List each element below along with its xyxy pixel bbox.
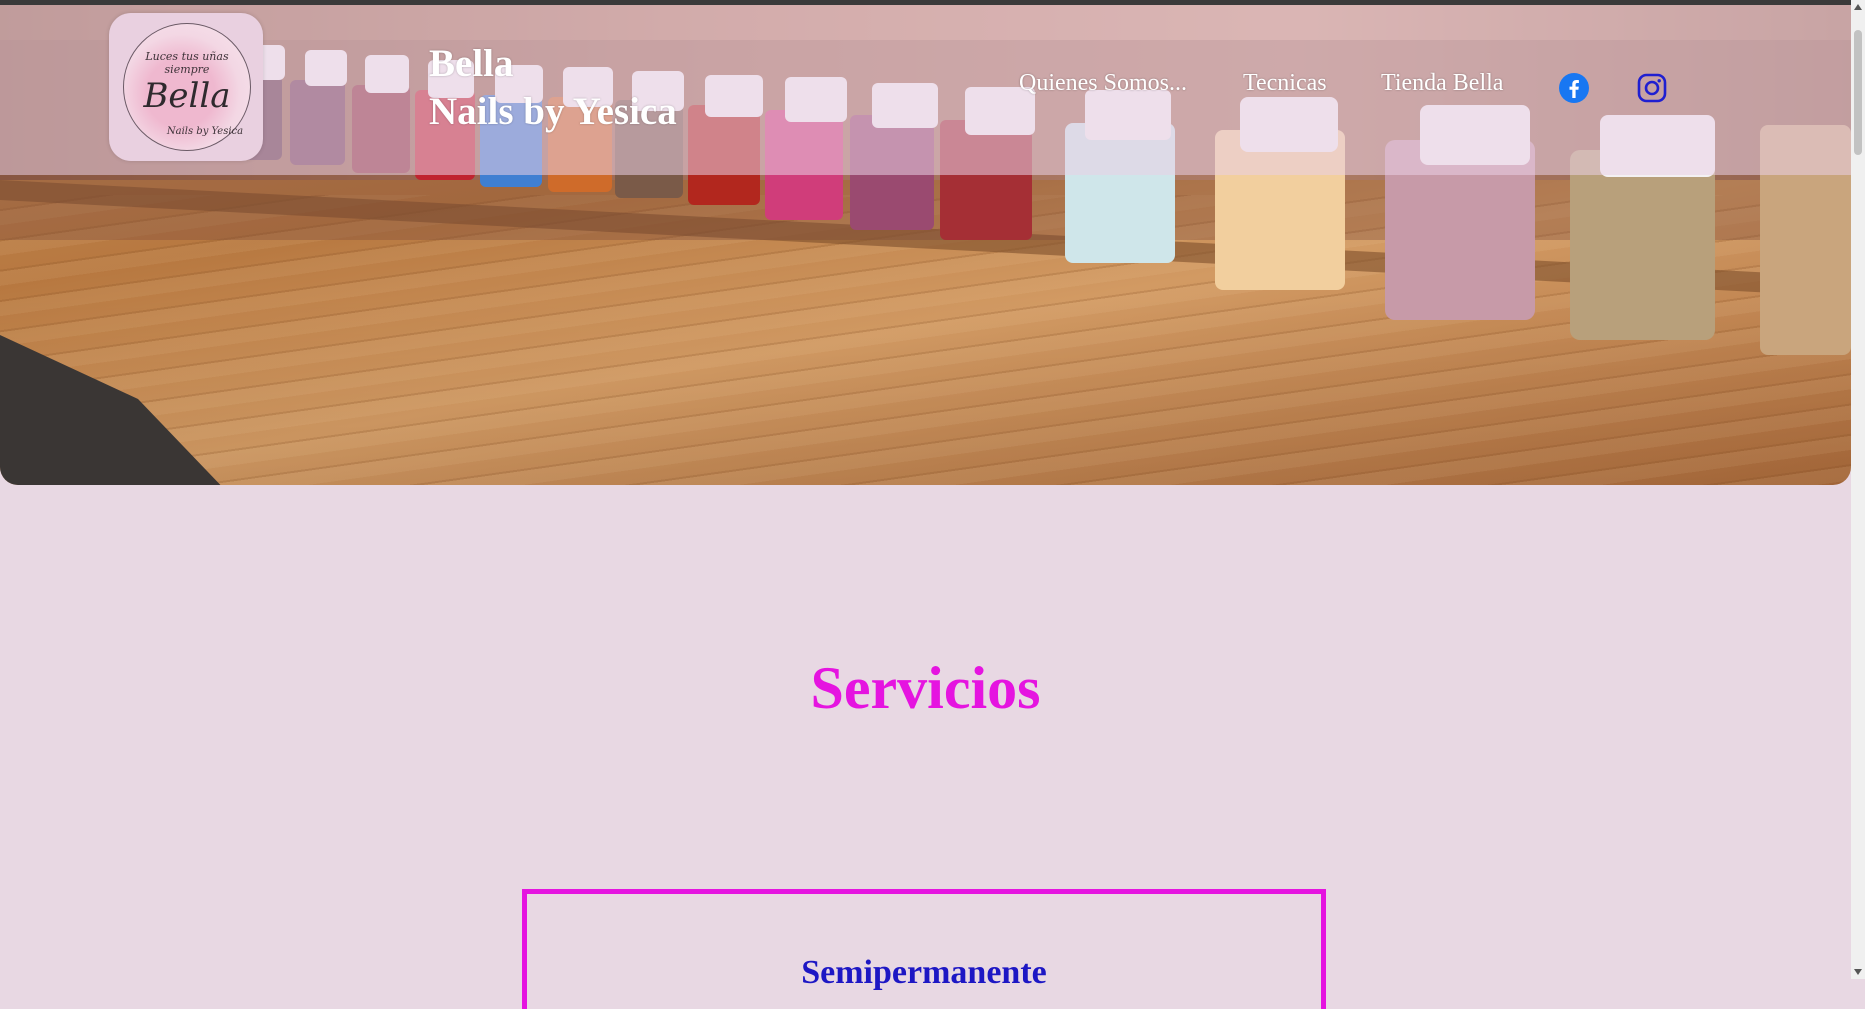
vertical-scrollbar[interactable] [1851,0,1865,979]
nav-link-tienda-bella[interactable]: Tienda Bella [1381,70,1503,96]
brand-line-1: Bella [429,42,514,85]
logo-emblem: Luces tus uñas siempre Bella Nails by Ye… [123,23,251,151]
nav-item-tienda-bella[interactable]: Tienda Bella [1381,70,1503,97]
brand-line-2: Nails by Yesica [429,90,677,133]
scrollbar-thumb[interactable] [1854,30,1862,155]
site-logo[interactable]: Luces tus uñas siempre Bella Nails by Ye… [109,13,263,161]
nav-item-quienes-somos[interactable]: Quienes Somos... [1019,70,1187,97]
service-card-title: Semipermanente [801,954,1047,991]
section-title: Servicios [810,655,1041,721]
scroll-down-arrow-icon[interactable] [1854,969,1862,975]
brand-title[interactable]: Bella Nails by Yesica [429,40,677,136]
logo-name: Bella [143,76,231,116]
logo-tagline: Luces tus uñas siempre [145,50,229,76]
nav-link-tecnicas[interactable]: Tecnicas [1243,70,1327,96]
facebook-icon[interactable] [1558,72,1590,104]
instagram-icon[interactable] [1636,72,1668,104]
service-card: Semipermanente [522,889,1326,1009]
nav-link-quienes-somos[interactable]: Quienes Somos... [1019,70,1187,96]
logo-subline: Nails by Yesica [166,126,244,137]
scroll-up-arrow-icon[interactable] [1854,4,1862,10]
nav-item-tecnicas[interactable]: Tecnicas [1243,70,1327,97]
